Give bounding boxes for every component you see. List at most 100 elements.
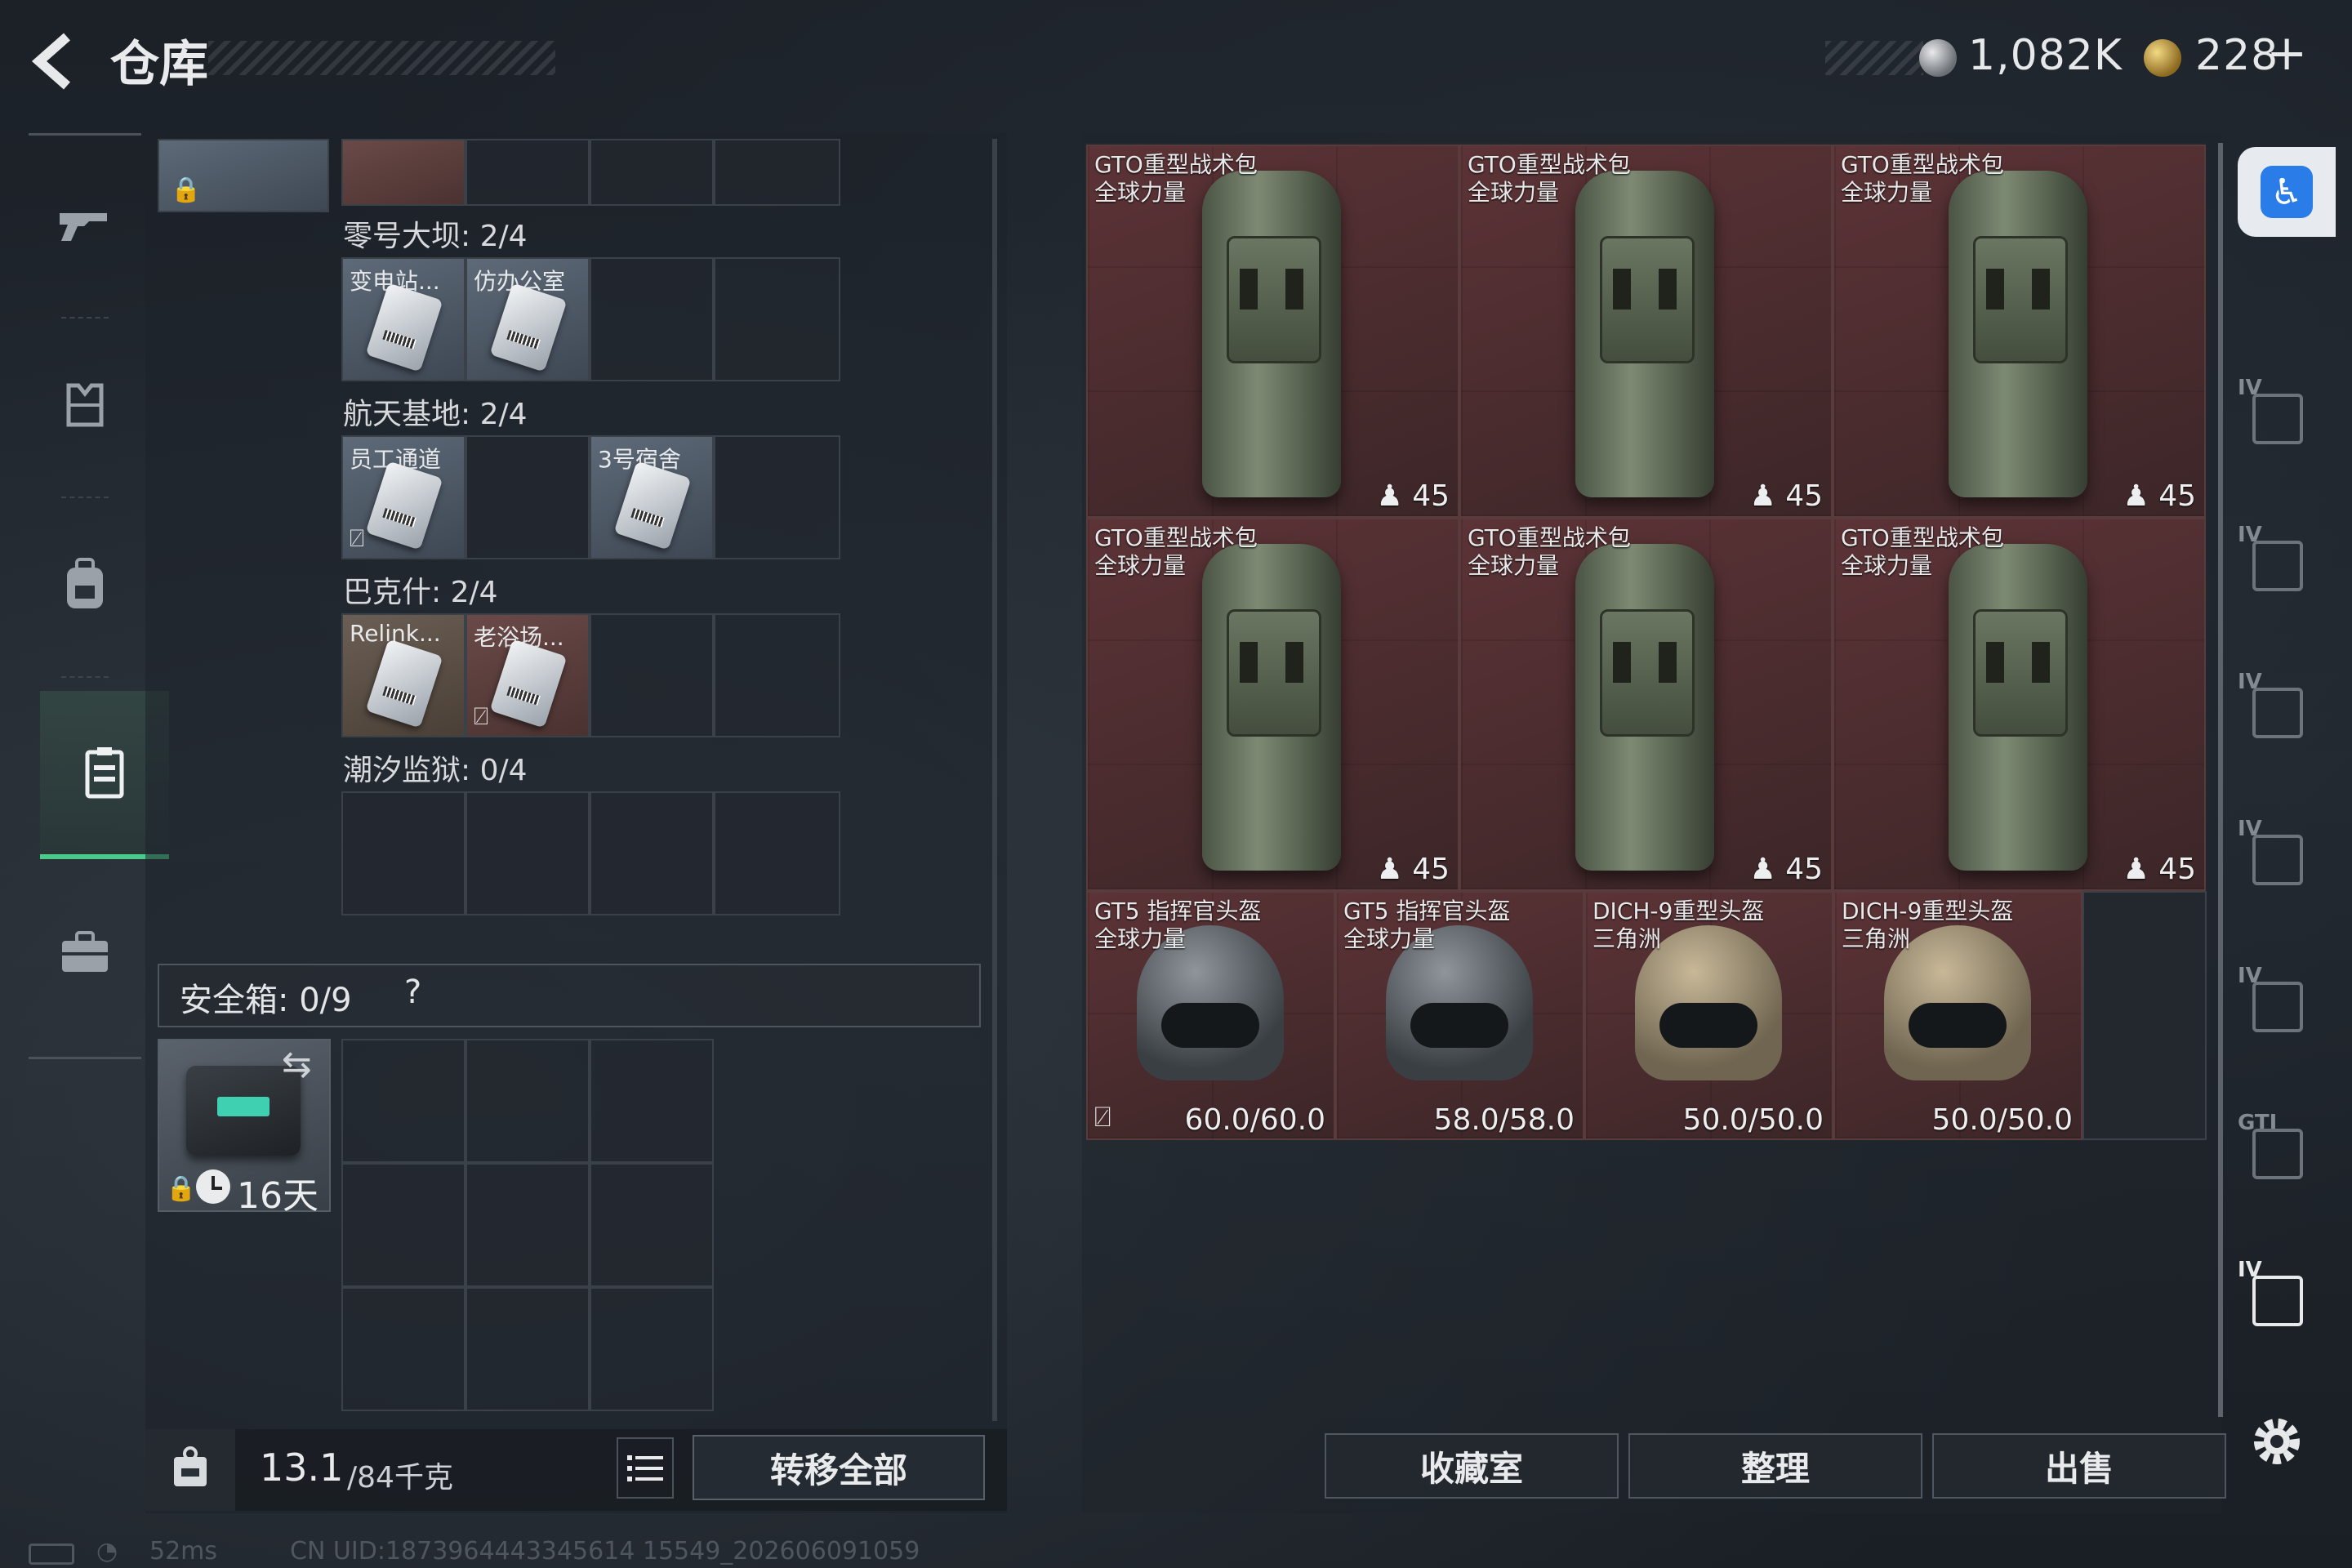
helmet-item[interactable]: GT5 指挥官头盔 全球力量 ⍁ 60.0/60.0 <box>1086 891 1335 1140</box>
box-icon <box>2252 1276 2303 1326</box>
swap-icon[interactable]: ⇆ <box>282 1044 312 1085</box>
lock-icon: 🔒 <box>171 176 202 204</box>
list-icon <box>627 1454 663 1481</box>
inventory-slot[interactable]: 🔒 <box>158 139 329 212</box>
nav-weapons[interactable] <box>29 144 141 307</box>
collection-room-button[interactable]: 收藏室 <box>1325 1433 1619 1499</box>
left-scrollbar[interactable] <box>992 139 997 1421</box>
backpack-item[interactable]: GTO重型战术包 全球力量 ♟ 45 <box>1086 518 1459 891</box>
item-durability: 50.0/50.0 <box>1682 1103 1824 1137</box>
keycard-slot[interactable] <box>341 791 466 915</box>
keycard-slot[interactable] <box>590 613 714 737</box>
item-name: GT5 指挥官头盔 全球力量 <box>1094 898 1262 952</box>
keycard-slot[interactable]: 3号宿舍 <box>590 435 714 559</box>
safebox-slot[interactable] <box>590 1163 714 1287</box>
keycard-slot[interactable] <box>466 791 590 915</box>
safebox-slot[interactable] <box>466 1163 590 1287</box>
list-view-button[interactable] <box>617 1437 674 1499</box>
item-capacity: ♟ 45 <box>1749 853 1823 886</box>
keycard-slot[interactable] <box>590 139 714 206</box>
keycard-slot[interactable]: Relink... <box>341 613 466 737</box>
backpack-item[interactable]: GTO重型战术包 全球力量 ♟ 45 <box>1086 145 1459 518</box>
keycard-slot[interactable] <box>590 257 714 381</box>
item-capacity: ♟ 45 <box>2123 479 2196 513</box>
keycard-slot[interactable]: 员工通道 ⍁ <box>341 435 466 559</box>
nav-separator <box>61 676 109 678</box>
backpack-item[interactable]: GTO重型战术包 全球力量 ♟ 45 <box>1459 518 1833 891</box>
currency-decoration <box>1825 41 1923 75</box>
storage-slot[interactable] <box>2082 891 2207 1140</box>
right-scrollbar[interactable] <box>2218 143 2223 1417</box>
group-label: 巴克什: 2/4 <box>343 576 498 609</box>
keycard-slot[interactable] <box>714 613 840 737</box>
keycard-slot[interactable]: 变电站... <box>341 257 466 381</box>
keycard-slot[interactable] <box>590 791 714 915</box>
organize-button[interactable]: 整理 <box>1628 1433 1922 1499</box>
backpack-item[interactable]: GTO重型战术包 全球力量 ♟ 45 <box>1833 145 2206 518</box>
backpack-image <box>1202 544 1341 871</box>
helmet-item[interactable]: DICH-9重型头盔 三角洲 50.0/50.0 <box>1584 891 1833 1140</box>
keycard-slot[interactable]: 仿办公室 <box>466 257 590 381</box>
nav-separator <box>61 497 109 498</box>
item-name: GTO重型战术包 全球力量 <box>1468 151 1631 206</box>
armor-icon <box>66 383 104 427</box>
storage-tab[interactable]: IV <box>2238 670 2319 751</box>
item-name: GTO重型战术包 全球力量 <box>1841 151 2004 206</box>
item-name: GTO重型战术包 全球力量 <box>1468 524 1631 579</box>
safebox-title: 安全箱: 0/9 <box>180 982 352 1019</box>
group-label: 潮汐监狱: 0/4 <box>343 754 528 787</box>
keycard-slot[interactable] <box>714 791 840 915</box>
gear-icon[interactable] <box>2244 1409 2310 1474</box>
keycard-slot[interactable] <box>466 139 590 206</box>
keycard-slot[interactable] <box>714 435 840 559</box>
keycard-name: Relink... <box>350 620 441 647</box>
safebox-help-button[interactable]: ? <box>404 973 421 1011</box>
safebox-slot[interactable] <box>466 1287 590 1411</box>
keycard-slot[interactable] <box>341 139 466 206</box>
nav-backpacks[interactable] <box>29 503 141 666</box>
gold-coin-icon <box>2144 39 2181 77</box>
silver-currency-value: 1,082K <box>1968 31 2123 80</box>
weight-capacity: /84千克 <box>347 1461 453 1494</box>
item-name: GTO重型战术包 全球力量 <box>1841 524 2004 579</box>
back-arrow-icon[interactable] <box>24 29 90 94</box>
nav-briefcase[interactable] <box>29 871 141 1034</box>
add-currency-button[interactable]: + <box>2266 24 2307 82</box>
safebox-slot[interactable] <box>466 1039 590 1163</box>
backpack-item[interactable]: GTO重型战术包 全球力量 ♟ 45 <box>1833 518 2206 891</box>
keycard-slot[interactable] <box>466 435 590 559</box>
gun-icon <box>60 213 107 241</box>
backpack-image <box>1202 171 1341 497</box>
lock-icon: 🔒 <box>166 1174 197 1203</box>
keycard-slot[interactable] <box>714 139 840 206</box>
safebox-slot[interactable] <box>341 1039 466 1163</box>
item-capacity: ♟ 45 <box>1376 479 1450 513</box>
box-icon <box>2252 541 2303 591</box>
group-label: 零号大坝: 2/4 <box>343 220 528 253</box>
storage-tab[interactable]: GTI <box>2238 1111 2319 1192</box>
transfer-all-button[interactable]: 转移全部 <box>693 1435 985 1500</box>
keycard-slot[interactable]: 老浴场... ⍁ <box>466 613 590 737</box>
storage-tab-active[interactable]: IV <box>2238 1258 2319 1339</box>
sell-button[interactable]: 出售 <box>1932 1433 2226 1499</box>
item-durability: 58.0/58.0 <box>1433 1103 1575 1137</box>
nav-armor[interactable] <box>29 323 141 487</box>
storage-tab[interactable]: IV <box>2238 817 2319 898</box>
safebox-slot[interactable] <box>341 1287 466 1411</box>
safebox-slot[interactable] <box>590 1039 714 1163</box>
weight-icon <box>174 1446 207 1486</box>
item-name: DICH-9重型头盔 三角洲 <box>1842 898 2014 952</box>
storage-tab[interactable]: IV <box>2238 376 2319 457</box>
wifi-icon: ◔ <box>96 1537 118 1566</box>
helmet-item[interactable]: GT5 指挥官头盔 全球力量 58.0/58.0 <box>1335 891 1584 1140</box>
user-uid: CN UID:1873964443345614 15549_2026060910… <box>290 1537 920 1566</box>
keycard-slot[interactable] <box>714 257 840 381</box>
storage-tab[interactable]: IV <box>2238 964 2319 1045</box>
keycard-case-icon <box>85 747 124 799</box>
accessibility-button[interactable]: ♿ <box>2238 147 2336 237</box>
storage-tab[interactable]: IV <box>2238 523 2319 604</box>
safebox-slot[interactable] <box>341 1163 466 1287</box>
backpack-item[interactable]: GTO重型战术包 全球力量 ♟ 45 <box>1459 145 1833 518</box>
safebox-slot[interactable] <box>590 1287 714 1411</box>
helmet-item[interactable]: DICH-9重型头盔 三角洲 50.0/50.0 <box>1833 891 2082 1140</box>
